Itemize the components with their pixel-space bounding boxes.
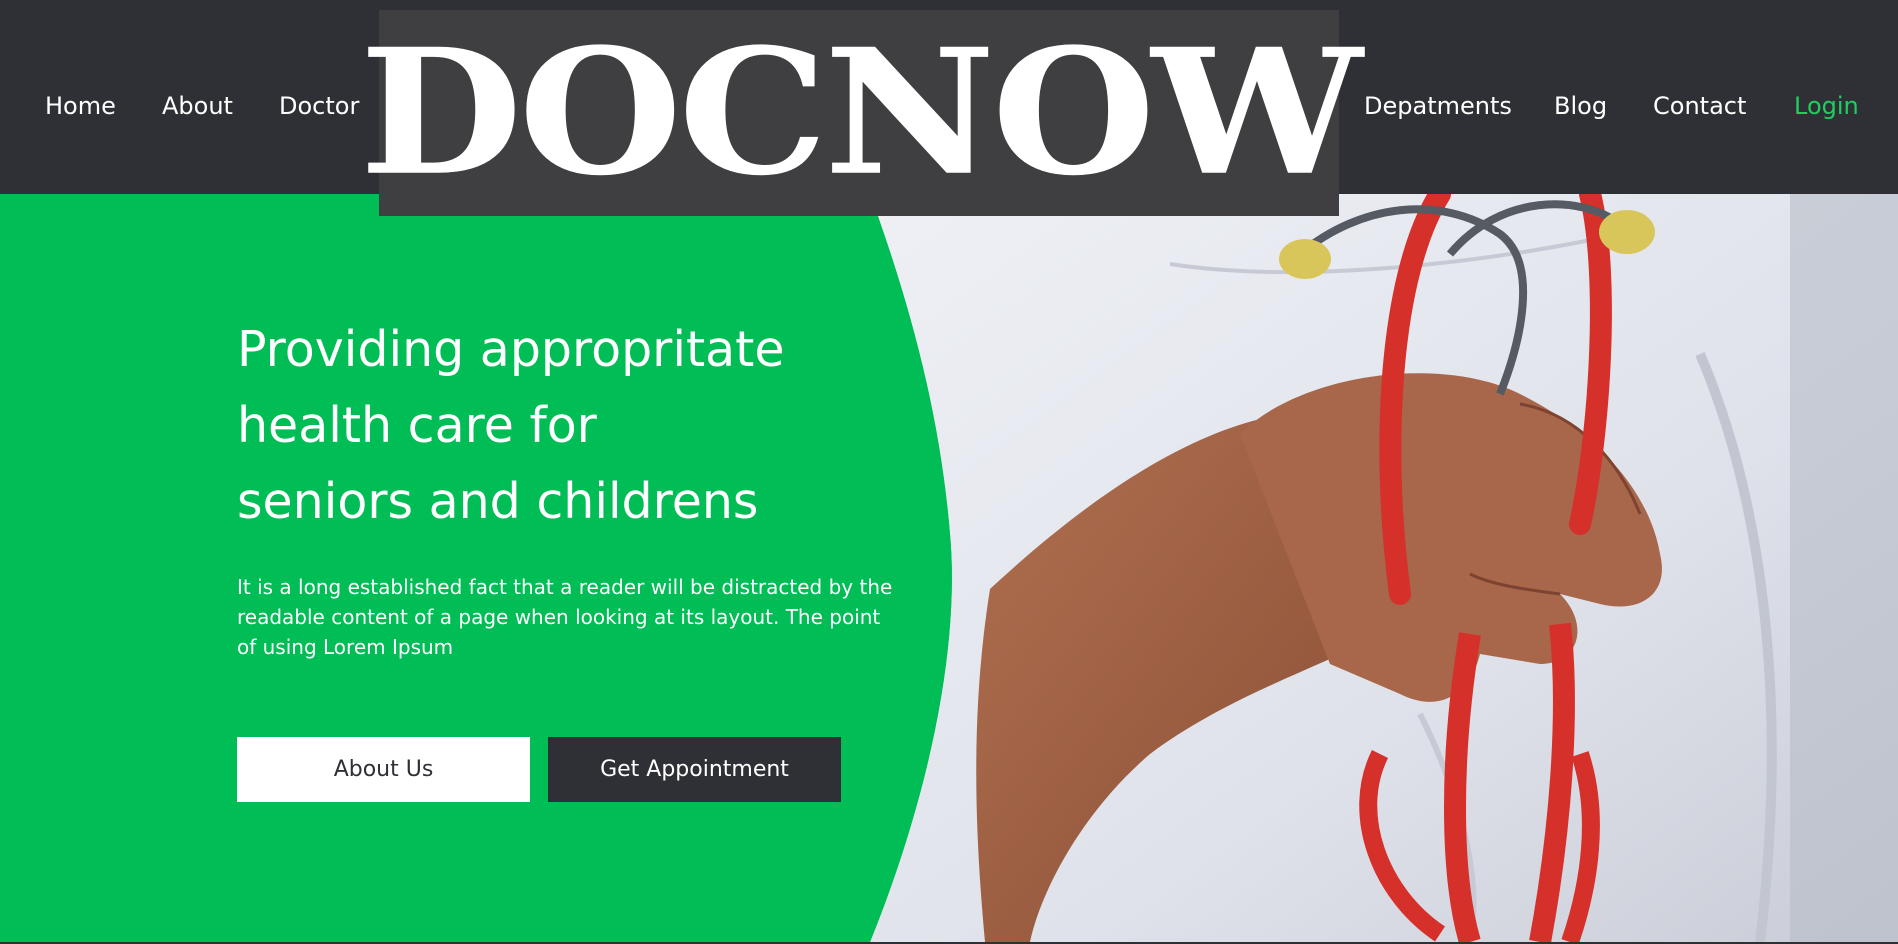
nav-home-link[interactable]: Home — [45, 88, 116, 124]
hero-title: Providing appropritate health care for s… — [237, 321, 785, 530]
nav-contact-link[interactable]: Contact — [1653, 88, 1746, 124]
nav-departments-link[interactable]: Depatments — [1364, 88, 1512, 124]
doctor-stethoscope-image — [0, 194, 1898, 942]
hero-section: Providing appropritate health care for s… — [0, 194, 1898, 942]
get-appointment-button[interactable]: Get Appointment — [548, 737, 841, 802]
about-us-button[interactable]: About Us — [237, 737, 530, 802]
logo-text: DOCNOW — [359, 10, 1362, 215]
site-logo[interactable]: DOCNOW — [359, 10, 1363, 216]
hero-description: It is a long established fact that a rea… — [237, 575, 893, 659]
nav-login-link[interactable]: Login — [1794, 88, 1859, 124]
nav-about-link[interactable]: About — [162, 88, 233, 124]
nav-blog-link[interactable]: Blog — [1554, 88, 1607, 124]
nav-doctor-link[interactable]: Doctor — [279, 88, 359, 124]
